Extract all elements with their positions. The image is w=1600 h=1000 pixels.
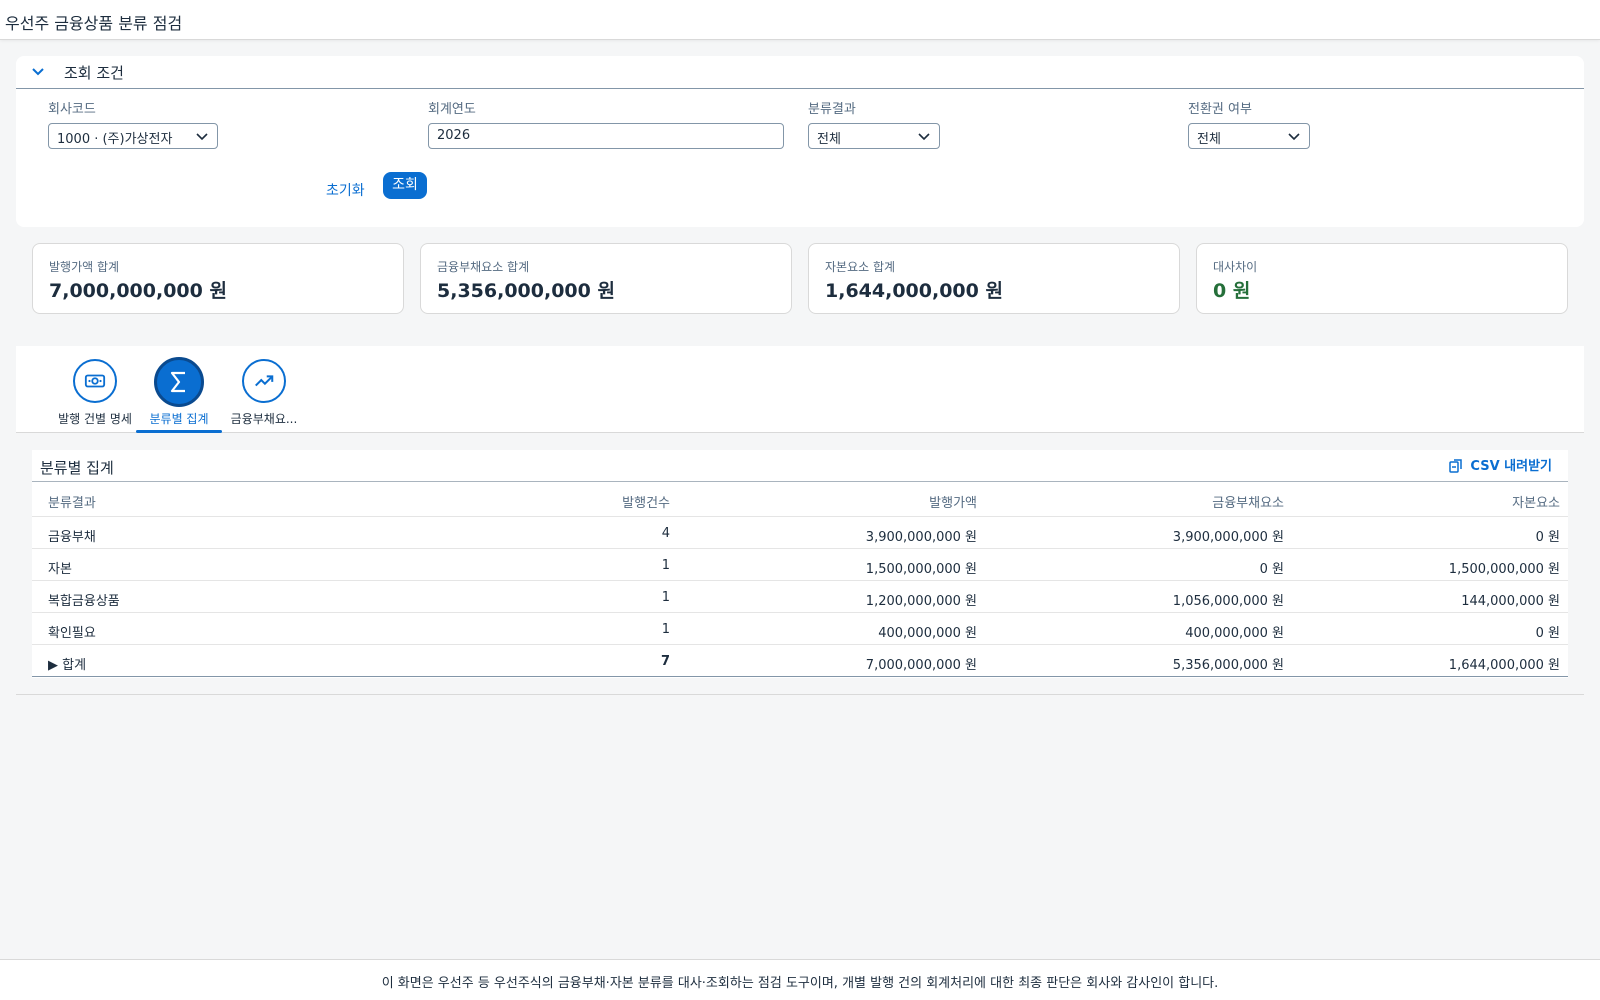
classification-result-value: 전체 — [817, 132, 841, 147]
tab-issue-details[interactable]: 발행 건별 명세 — [50, 346, 140, 433]
cell-count: 1 — [661, 590, 670, 605]
summary-table-card: 분류별 집계 CSV 내려받기 분류결과 발행건수 발행가액 금융부채요소 자본… — [32, 450, 1568, 678]
cell-liability: 3,900,000,000 원 — [1172, 530, 1284, 545]
kpi-card-equity-total: 자본요소 합계 1,644,000,000 원 — [808, 243, 1180, 314]
tab-label: 분류별 집계 — [149, 412, 209, 426]
table-title: 분류별 집계 — [40, 459, 114, 477]
filter-header-label: 조회 조건 — [64, 64, 124, 82]
cell-equity: 1,500,000,000 원 — [1448, 562, 1560, 577]
dropdown-arrow-icon — [918, 133, 930, 141]
shell-bar: 우선주 금융상품 분류 점검 — [0, 0, 1600, 40]
cell-equity: 0 원 — [1535, 626, 1560, 641]
tab-liability-component[interactable]: 금융부채요... — [222, 346, 306, 433]
conversion-right-label: 전환권 여부 — [1188, 102, 1252, 117]
filter-panel: 조회 조건 회사코드 1000 · (주)가상전자 회계연도 2026 분류결과… — [16, 56, 1584, 227]
cell-liability: 0 원 — [1259, 562, 1284, 577]
cell-count: 4 — [661, 526, 670, 541]
fiscal-year-value: 2026 — [437, 128, 471, 143]
reset-button[interactable]: 초기화 — [320, 176, 371, 204]
disclaimer-text: 이 화면은 우선주 등 우선주식의 금융부채·자본 분류를 대사·조회하는 점검… — [381, 976, 1219, 991]
cell-issue-amount: 1,500,000,000 원 — [865, 562, 977, 577]
conversion-right-select[interactable]: 전체 — [1188, 123, 1310, 149]
table-row[interactable]: 확인필요 1 400,000,000 원 400,000,000 원 0 원 — [32, 613, 1568, 645]
company-code-value: 1000 · (주)가상전자 — [57, 132, 173, 147]
total-label[interactable]: ▶ 합계 — [48, 654, 86, 673]
total-count: 7 — [660, 654, 670, 669]
tab-icon-circle — [154, 357, 204, 407]
conversion-right-value: 전체 — [1197, 132, 1221, 147]
cell-issue-amount: 3,900,000,000 원 — [865, 530, 977, 545]
cell-liability: 1,056,000,000 원 — [1172, 594, 1284, 609]
csv-download-button[interactable]: CSV 내려받기 — [1448, 456, 1552, 478]
search-button[interactable]: 조회 — [383, 172, 427, 199]
table-row[interactable]: 자본 1 1,500,000,000 원 0 원 1,500,000,000 원 — [32, 549, 1568, 581]
export-icon — [1449, 459, 1463, 473]
kpi-value: 5,356,000,000 원 — [437, 280, 615, 302]
app-title: 우선주 금융상품 분류 점검 — [5, 14, 183, 33]
column-header[interactable]: 자본요소 — [1512, 492, 1560, 511]
total-liability: 5,356,000,000 원 — [1172, 658, 1284, 673]
kpi-card-liability-total: 금융부채요소 합계 5,356,000,000 원 — [420, 243, 792, 314]
kpi-label: 금융부채요소 합계 — [437, 260, 530, 274]
fiscal-year-label: 회계연도 — [428, 102, 476, 117]
company-code-select[interactable]: 1000 · (주)가상전자 — [48, 123, 218, 149]
column-header[interactable]: 분류결과 — [48, 492, 96, 511]
icon-tab-bar: 발행 건별 명세 분류별 집계 금융부채요... — [16, 346, 1584, 433]
total-equity: 1,644,000,000 원 — [1448, 658, 1560, 673]
footer-bar: 이 화면은 우선주 등 우선주식의 금융부채·자본 분류를 대사·조회하는 점검… — [0, 959, 1600, 1000]
table-header: 분류결과 발행건수 발행가액 금융부채요소 자본요소 — [32, 481, 1568, 517]
cell-issue-amount: 1,200,000,000 원 — [865, 594, 977, 609]
total-issue-amount: 7,000,000,000 원 — [865, 658, 977, 673]
cell-count: 1 — [661, 558, 670, 573]
table-row[interactable]: 금융부채 4 3,900,000,000 원 3,900,000,000 원 0… — [32, 517, 1568, 549]
classification-result-label: 분류결과 — [808, 102, 856, 117]
cell-equity: 144,000,000 원 — [1461, 594, 1560, 609]
kpi-label: 발행가액 합계 — [49, 260, 120, 274]
dropdown-arrow-icon — [1288, 133, 1300, 141]
trend-up-icon — [255, 375, 274, 387]
table-row[interactable]: 복합금융상품 1 1,200,000,000 원 1,056,000,000 원… — [32, 581, 1568, 613]
cell-issue-amount: 400,000,000 원 — [878, 626, 977, 641]
cell-liability: 400,000,000 원 — [1185, 626, 1284, 641]
classification-result-select[interactable]: 전체 — [808, 123, 940, 149]
kpi-label: 자본요소 합계 — [825, 260, 896, 274]
kpi-card-issue-total: 발행가액 합계 7,000,000,000 원 — [32, 243, 404, 314]
column-header[interactable]: 발행가액 — [929, 492, 977, 511]
cell-classification: 복합금융상품 — [48, 594, 120, 609]
chevron-down-icon[interactable] — [28, 62, 48, 82]
kpi-value: 1,644,000,000 원 — [825, 280, 1003, 302]
company-code-label: 회사코드 — [48, 102, 96, 117]
table-total-row[interactable]: ▶ 합계 7 7,000,000,000 원 5,356,000,000 원 1… — [32, 645, 1568, 677]
cell-equity: 0 원 — [1535, 530, 1560, 545]
kpi-label: 대사차이 — [1213, 260, 1258, 274]
tab-icon-circle — [242, 359, 286, 403]
dropdown-arrow-icon — [196, 133, 208, 141]
cell-classification: 확인필요 — [48, 626, 96, 641]
kpi-value: 0 원 — [1213, 280, 1251, 302]
column-header[interactable]: 발행건수 — [622, 492, 670, 511]
tab-label: 발행 건별 명세 — [58, 412, 132, 426]
filter-header[interactable]: 조회 조건 — [16, 56, 1584, 89]
tab-label: 금융부채요... — [230, 412, 298, 426]
section-divider — [16, 694, 1584, 695]
cell-classification: 금융부채 — [48, 530, 96, 545]
cell-classification: 자본 — [48, 562, 72, 577]
column-header[interactable]: 금융부채요소 — [1212, 492, 1284, 511]
tab-icon-circle — [73, 359, 117, 403]
kpi-card-reconciliation-diff: 대사차이 0 원 — [1196, 243, 1568, 314]
banknote-icon — [84, 374, 106, 388]
tab-classification-summary[interactable]: 분류별 집계 — [136, 346, 222, 433]
kpi-value: 7,000,000,000 원 — [49, 280, 227, 302]
sigma-icon — [170, 371, 185, 393]
cell-count: 1 — [661, 622, 670, 637]
active-tab-indicator — [136, 430, 222, 433]
fiscal-year-input[interactable]: 2026 — [428, 123, 784, 149]
